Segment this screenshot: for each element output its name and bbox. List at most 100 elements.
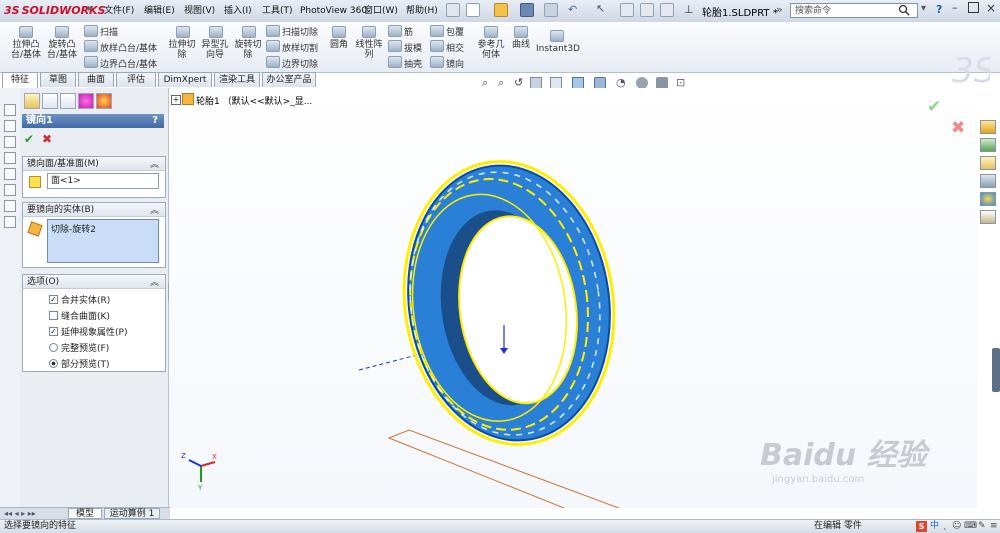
menu-tools[interactable]: 工具(T) xyxy=(262,4,293,18)
tab-evaluate[interactable]: 评估 xyxy=(116,72,156,87)
menu-window[interactable]: 窗口(W) xyxy=(364,4,398,18)
close-icon[interactable]: × xyxy=(986,1,996,15)
sketch-tool-icon[interactable] xyxy=(4,104,16,116)
design-library-icon[interactable] xyxy=(980,138,996,152)
trim-tool-icon[interactable] xyxy=(4,216,16,228)
knit-surfaces-checkbox[interactable] xyxy=(49,311,58,320)
collapse-chevron-icon[interactable]: ︽ xyxy=(150,204,159,218)
tab-motion-study[interactable]: 运动算例 1 xyxy=(104,508,160,519)
ime-emoji-icon[interactable]: ☺ xyxy=(952,520,961,533)
menu-pin-icon[interactable]: ▸ xyxy=(88,3,98,17)
spline-tool-icon[interactable] xyxy=(4,200,16,212)
tab-dimxpert[interactable]: DimXpert xyxy=(158,72,212,87)
feature-manager-tab[interactable] xyxy=(24,93,40,109)
partial-preview-radio[interactable] xyxy=(49,359,58,368)
task-pane-scroll-handle[interactable] xyxy=(992,348,1000,392)
search-dropdown-icon[interactable]: ▾ xyxy=(921,3,926,14)
collapse-chevron-icon[interactable]: ︽ xyxy=(150,158,159,172)
print-icon[interactable] xyxy=(544,3,558,17)
expand-arrow-icon[interactable]: » xyxy=(776,3,783,16)
custom-properties-icon[interactable] xyxy=(980,210,996,224)
fillet-button[interactable]: 圆角 xyxy=(326,40,352,50)
ime-tools-icon[interactable]: ✎ xyxy=(978,520,986,533)
file-explorer-icon[interactable] xyxy=(980,156,996,170)
merge-bodies-checkbox[interactable]: ✓ xyxy=(49,295,58,304)
minimize-icon[interactable]: – xyxy=(952,1,958,14)
menu-insert[interactable]: 插入(I) xyxy=(224,4,252,18)
tab-surfaces[interactable]: 曲面 xyxy=(78,72,114,87)
help-question-icon[interactable]: ? xyxy=(936,3,942,16)
view-palette-icon[interactable] xyxy=(980,174,996,188)
display-manager-tab[interactable] xyxy=(96,93,112,109)
configuration-manager-tab[interactable] xyxy=(60,93,76,109)
swept-cut-button[interactable]: 扫描切除 xyxy=(282,25,318,38)
reference-geometry-button[interactable]: 参考几何体 xyxy=(474,40,508,60)
help-button[interactable]: ? xyxy=(152,114,158,128)
tab-office-products[interactable]: 办公室产品 xyxy=(262,72,316,87)
mirror-face-selection-box[interactable]: 面<1> xyxy=(47,173,159,189)
menu-edit[interactable]: 编辑(E) xyxy=(144,4,175,18)
tab-model[interactable]: 模型 xyxy=(68,508,102,519)
cancel-x-icon[interactable]: ✖ xyxy=(42,132,52,146)
collapse-chevron-icon[interactable]: ︽ xyxy=(150,276,159,290)
file-properties-icon[interactable] xyxy=(640,3,654,17)
extrude-boss-button[interactable]: 拉伸凸台/基体 xyxy=(8,40,44,60)
pin-icon[interactable] xyxy=(446,3,460,17)
options-icon[interactable] xyxy=(660,3,674,17)
restore-icon[interactable] xyxy=(968,2,979,13)
curves-button[interactable]: 曲线 xyxy=(508,40,534,50)
resources-home-icon[interactable] xyxy=(980,120,996,134)
line-tool-icon[interactable] xyxy=(4,136,16,148)
ime-keyboard-icon[interactable]: ⌨ xyxy=(964,520,977,533)
draft-button[interactable]: 拔模 xyxy=(404,41,422,54)
tab-scroll-arrows[interactable]: ◂◂ ◂ ▸ ▸▸ xyxy=(4,509,36,518)
linear-pattern-button[interactable]: 线性阵列 xyxy=(354,40,384,60)
bodies-group-header[interactable]: 要镜向的实体(B) ︽ xyxy=(23,203,165,217)
rib-button[interactable]: 筋 xyxy=(404,25,413,38)
select-cursor-icon[interactable]: ↖ xyxy=(596,2,605,15)
boundary-cut-button[interactable]: 边界切除 xyxy=(282,57,318,70)
mirror-button[interactable]: 镜向 xyxy=(446,57,464,70)
smart-dimension-icon[interactable] xyxy=(4,120,16,132)
sweep-button[interactable]: 扫描 xyxy=(100,25,118,38)
ime-punctuation-icon[interactable]: ˎ xyxy=(943,520,948,533)
ime-chinese-icon[interactable]: 中 xyxy=(930,520,939,533)
lofted-cut-button[interactable]: 放样切割 xyxy=(282,41,318,54)
hole-wizard-button[interactable]: 异型孔向导 xyxy=(199,40,231,60)
menu-help[interactable]: 帮助(H) xyxy=(406,4,438,18)
tab-features[interactable]: 特征 xyxy=(2,72,38,88)
tab-sketch[interactable]: 草图 xyxy=(40,72,76,87)
dimxpert-manager-tab[interactable] xyxy=(78,93,94,109)
shell-button[interactable]: 抽壳 xyxy=(404,57,422,70)
extrude-cut-button[interactable]: 拉伸切除 xyxy=(166,40,198,60)
circle-tool-icon[interactable] xyxy=(4,168,16,180)
ok-check-icon[interactable]: ✔ xyxy=(24,132,34,146)
full-preview-radio[interactable] xyxy=(49,343,58,352)
menu-view[interactable]: 视图(V) xyxy=(184,4,215,18)
rectangle-tool-icon[interactable] xyxy=(4,152,16,164)
revolve-cut-button[interactable]: 旋转切除 xyxy=(232,40,264,60)
ime-menu-icon[interactable]: ≡ xyxy=(990,520,998,533)
menu-photoview[interactable]: PhotoView 360 xyxy=(300,4,367,18)
rebuild-icon[interactable] xyxy=(620,3,634,17)
loft-button[interactable]: 放样凸台/基体 xyxy=(100,41,157,54)
instant3d-button[interactable]: Instant3D xyxy=(536,44,580,54)
boundary-boss-button[interactable]: 边界凸台/基体 xyxy=(100,57,157,70)
list-item[interactable]: 切除-旋转2 xyxy=(48,220,158,237)
mirror-face-group-header[interactable]: 镜向面/基准面(M) ︽ xyxy=(23,157,165,171)
propagate-visual-checkbox[interactable]: ✓ xyxy=(49,327,58,336)
tab-render-tools[interactable]: 渲染工具 xyxy=(214,72,260,87)
confirm-ok-corner-icon[interactable]: ✔ xyxy=(927,97,941,117)
new-document-icon[interactable] xyxy=(466,3,480,17)
wrap-button[interactable]: 包覆 xyxy=(446,25,464,38)
intersect-button[interactable]: 相交 xyxy=(446,41,464,54)
appearances-icon[interactable] xyxy=(980,192,996,206)
arc-tool-icon[interactable] xyxy=(4,184,16,196)
undo-icon[interactable]: ↶ xyxy=(568,3,577,16)
bodies-selection-list[interactable]: 切除-旋转2 xyxy=(47,219,159,263)
open-folder-icon[interactable] xyxy=(494,3,508,17)
pushpin-icon[interactable]: ⊥ xyxy=(684,3,694,16)
property-manager-tab[interactable] xyxy=(42,93,58,109)
options-group-header[interactable]: 选项(O) ︽ xyxy=(23,275,165,289)
confirm-cancel-corner-icon[interactable]: ✖ xyxy=(951,118,965,138)
